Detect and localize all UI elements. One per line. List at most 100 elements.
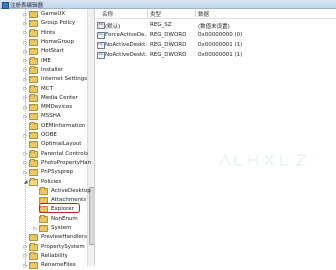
folder-icon	[29, 243, 38, 251]
column-header-name[interactable]: 名称	[102, 10, 113, 18]
tree-item[interactable]: ▷ HomeGroup	[23, 38, 74, 47]
tree-item-label: OptimalLayout	[41, 141, 82, 148]
tree-expander-icon[interactable]: ▷	[23, 57, 28, 66]
tree-expander-icon[interactable]: ▷	[23, 94, 28, 103]
folder-icon	[29, 112, 38, 121]
folder-icon	[29, 10, 38, 19]
tree-item-label: HomeGroup	[41, 39, 74, 46]
folder-icon	[29, 75, 38, 84]
values-list-header: 名称 类型 数据	[95, 9, 336, 19]
value-name: ForceActiveDe...	[105, 31, 147, 38]
tree-item[interactable]: ▷ Reliability	[23, 252, 68, 261]
tree-item-label: Installer	[41, 66, 64, 73]
tree-item[interactable]: ◢ Policies	[23, 177, 61, 186]
tree-item[interactable]: ▷ Installer	[23, 66, 63, 75]
tree-expander-icon[interactable]: ▷	[23, 85, 28, 94]
tree-expander-icon[interactable]	[33, 196, 38, 205]
folder-icon	[29, 57, 38, 65]
dword-value-icon	[97, 32, 105, 39]
tree-expander-icon[interactable]: ▷	[23, 47, 28, 56]
tree-expander-icon[interactable]: ▷	[23, 131, 28, 140]
tree-item[interactable]: PreviewHandlers	[23, 233, 87, 242]
value-row[interactable]: ForceActiveDe...REG_DWORD 0x00000000 (0)	[95, 30, 336, 40]
tree-item[interactable]: ActiveDesktop	[33, 187, 91, 196]
tree-item-label: GameUX	[41, 11, 66, 18]
tree-item[interactable]: ▷ IME	[23, 57, 51, 66]
folder-icon	[29, 94, 38, 102]
tree-expander-icon[interactable]: ▷	[23, 103, 28, 112]
tree-item-label: PhotoPropertyHan	[41, 159, 91, 166]
tree-item[interactable]: ▷ PropertySystem	[23, 243, 85, 252]
tree-expander-icon[interactable]	[23, 122, 28, 131]
title-bar: 注册表编辑器	[0, 0, 336, 9]
tree-item[interactable]: ▷ PnPSysprep	[23, 168, 73, 177]
tree-expander-icon[interactable]	[33, 187, 38, 196]
tree-expander-icon[interactable]: ▷	[23, 168, 28, 177]
folder-icon	[29, 38, 38, 47]
tree-expander-icon[interactable]: ▷	[23, 159, 28, 168]
tree-item[interactable]: OEMInformation	[23, 122, 85, 131]
tree-item[interactable]: ▷ Media Center	[23, 94, 78, 103]
value-row[interactable]: (默认) REG_SZ (数值未设置)	[95, 20, 336, 30]
tree-item[interactable]: OptimalLayout	[23, 140, 81, 149]
regedit-app-icon	[2, 1, 9, 9]
tree-item[interactable]: ▷ System	[33, 224, 72, 233]
tree-item[interactable]: ▷ MMDevices	[23, 103, 72, 112]
tree-expander-icon[interactable]: ▷	[23, 243, 28, 252]
tree-expander-icon[interactable]: ▷	[23, 29, 28, 38]
tree-expander-icon[interactable]: ▷	[23, 252, 28, 261]
tree-item[interactable]: ▷ HotStart	[23, 47, 64, 56]
tree-item[interactable]: ▷ MCT	[23, 84, 53, 93]
column-header-data[interactable]: 数据	[198, 10, 209, 18]
folder-icon	[29, 168, 38, 177]
tree-item-label: OOBE	[41, 132, 57, 139]
tree-item-label: PnPSysprep	[41, 169, 74, 176]
tree-expander-icon[interactable]: ▷	[23, 112, 28, 121]
value-data: 0x00000000 (0)	[198, 31, 243, 38]
tree-item[interactable]: ▷ Hints	[23, 29, 55, 38]
tree-vertical-scrollbar[interactable]	[87, 9, 95, 266]
tree-item-label: Parental Controls	[41, 150, 88, 157]
tree-item[interactable]: NonEnum	[33, 215, 78, 224]
folder-icon	[29, 140, 38, 149]
value-type: REG_SZ	[150, 21, 172, 28]
tree-expander-icon[interactable]: ▷	[23, 19, 28, 28]
value-name: NoActiveDeskt...	[105, 41, 147, 48]
folder-icon	[29, 29, 38, 37]
tree-item-label: PropertySystem	[41, 243, 85, 250]
tree-item[interactable]: ▷ GameUX	[23, 10, 65, 19]
column-separator[interactable]	[147, 10, 148, 17]
tree-item-label: IME	[41, 57, 51, 64]
tree-expander-icon[interactable]: ▷	[23, 38, 28, 47]
column-separator[interactable]	[195, 10, 196, 17]
tree-expander-icon[interactable]	[23, 233, 28, 242]
folder-icon	[29, 103, 38, 112]
tree-expander-icon[interactable]: ▷	[23, 150, 28, 159]
tree-item[interactable]: ▷ OOBE	[23, 131, 57, 140]
tree-expander-icon[interactable]: ▷	[23, 10, 28, 19]
tree-expander-icon[interactable]	[23, 140, 28, 149]
folder-icon	[29, 159, 38, 167]
value-type: REG_DWORD	[150, 31, 187, 38]
tree-item[interactable]: ▷ Parental Controls	[23, 150, 88, 159]
tree-item-label: Reliability	[41, 252, 68, 259]
tree-item[interactable]: ▷ MSSHA	[23, 112, 61, 121]
tree-item-label: MCT	[41, 85, 53, 92]
tree-expander-icon[interactable]: ▷	[23, 66, 28, 75]
column-header-type[interactable]: 类型	[150, 10, 161, 18]
tree-item-label: MSSHA	[41, 113, 61, 120]
tree-expander-icon[interactable]	[33, 205, 38, 214]
explorer-highlight-annotation	[39, 203, 80, 213]
value-row[interactable]: NoActiveDeskt...REG_DWORD 0x00000001 (1)	[95, 40, 336, 50]
tree-item-label: Media Center	[41, 94, 78, 101]
value-name: NoActiveDeskt...	[105, 51, 147, 58]
tree-item-label: OEMInformation	[41, 122, 86, 129]
tree-expander-icon[interactable]: ◢	[23, 178, 28, 187]
tree-expander-icon[interactable]	[33, 215, 38, 224]
tree-item[interactable]: ▷ PhotoPropertyHan	[23, 159, 91, 168]
tree-item[interactable]: ▷ Internet Settings	[23, 75, 87, 84]
tree-expander-icon[interactable]: ▷	[23, 75, 28, 84]
tree-item[interactable]: ▷ Group Policy	[23, 19, 75, 28]
value-row[interactable]: NoActiveDeskt...REG_DWORD 0x00000001 (1)	[95, 50, 336, 60]
tree-expander-icon[interactable]: ▷	[33, 224, 38, 233]
